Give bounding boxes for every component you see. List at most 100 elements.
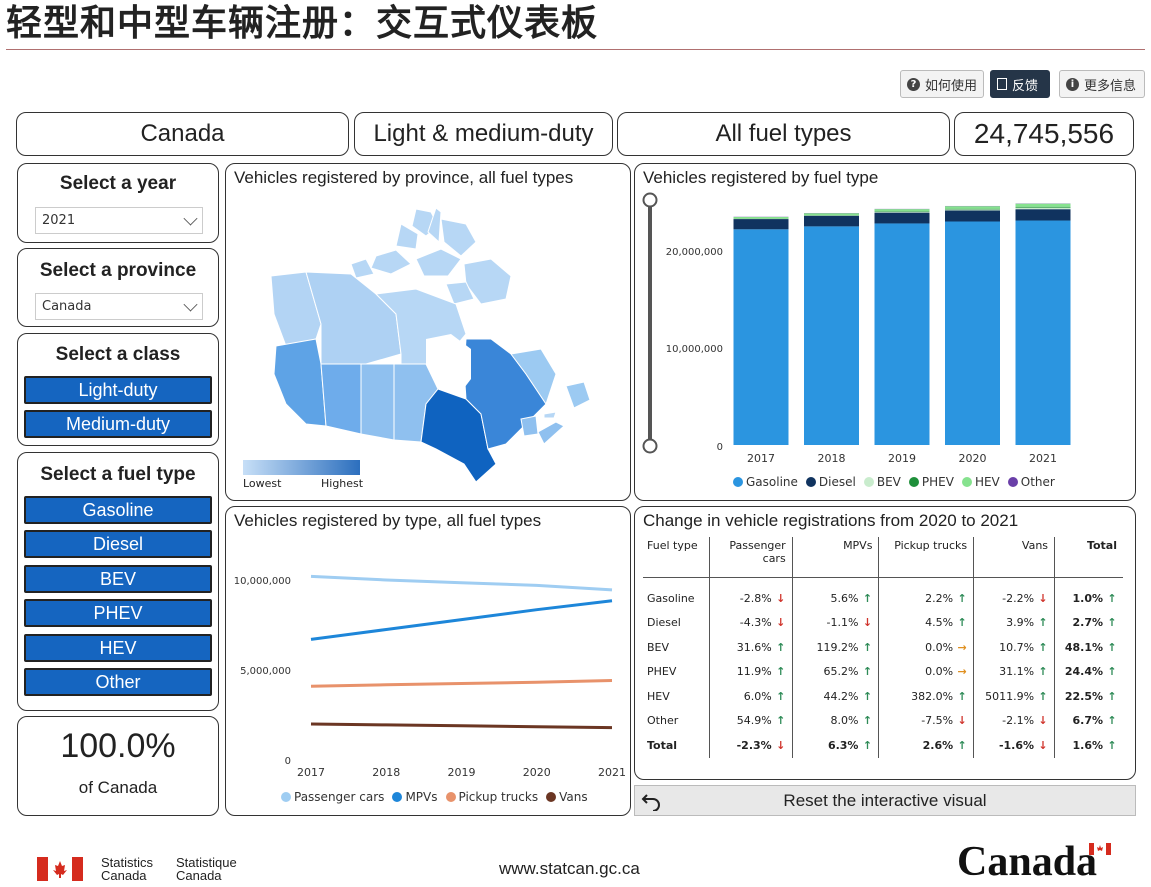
- feedback-button[interactable]: 反馈: [990, 70, 1050, 98]
- table-row: Diesel -4.3% ↓ -1.1% ↓ 4.5% ↑ 3.9% ↑ 2.7% ↑: [643, 610, 1123, 636]
- class-option-light-duty[interactable]: Light-duty: [24, 376, 212, 404]
- fuel-option-phev[interactable]: PHEV: [24, 599, 212, 627]
- year-dropdown-value: 2021: [42, 213, 76, 228]
- legend-item-other[interactable]: Other: [1007, 475, 1055, 489]
- legend-dot: [392, 792, 403, 802]
- change-cell: 1.6% ↑: [1055, 733, 1123, 758]
- fuel-option-gasoline[interactable]: Gasoline: [24, 496, 212, 524]
- change-cell: -1.1% ↓: [792, 610, 880, 635]
- change-cell: 2.7% ↑: [1055, 611, 1123, 636]
- fuel-y-tick: 0: [717, 442, 723, 453]
- arrow-down-icon: ↓: [957, 714, 967, 728]
- statcan-url[interactable]: www.statcan.gc.ca: [499, 859, 640, 879]
- type-y-tick: 10,000,000: [234, 576, 291, 587]
- arrow-up-icon: ↑: [1038, 665, 1048, 679]
- arrow-up-icon: ↑: [862, 640, 873, 654]
- class-option-medium-duty[interactable]: Medium-duty: [24, 410, 212, 438]
- arrow-down-icon: ↓: [776, 591, 786, 605]
- type-x-tick: 2021: [598, 766, 626, 779]
- bar-segment-gasoline-2019: [874, 223, 930, 445]
- arrow-up-icon: ↑: [776, 640, 786, 654]
- change-cell: 44.2% ↑: [792, 684, 880, 709]
- more-info-label: 更多信息: [1084, 78, 1137, 94]
- type-x-tick: 2018: [372, 766, 400, 779]
- column-header: Total: [1054, 537, 1123, 578]
- legend-dot: [961, 477, 972, 487]
- fuel-x-tick: 2020: [959, 452, 987, 465]
- change-cell: 6.3% ↑: [792, 733, 880, 758]
- type-chart-panel: Vehicles registered by type, all fuel ty…: [225, 506, 631, 816]
- legend-item-mpvs[interactable]: MPVs: [392, 790, 438, 804]
- table-row: PHEV 11.9% ↑ 65.2% ↑ 0.0% → 31.1% ↑ 24.4% ↑: [643, 659, 1123, 684]
- change-cell: 0.0% →: [878, 659, 975, 684]
- fuel-type-filter-title: Select a fuel type: [40, 464, 196, 485]
- arrow-up-icon: ↑: [776, 714, 786, 728]
- arrow-up-icon: ↑: [862, 591, 873, 605]
- how-to-use-button[interactable]: ? 如何使用: [900, 70, 984, 98]
- year-filter-title: Select a year: [59, 173, 177, 194]
- change-cell: 4.5% ↑: [878, 610, 975, 635]
- legend-item-phev[interactable]: PHEV: [908, 475, 954, 489]
- document-icon: [997, 78, 1007, 90]
- year-dropdown[interactable]: 2021: [35, 207, 203, 234]
- province-new-brunswick: [520, 415, 539, 437]
- legend-item-bev[interactable]: BEV: [863, 475, 901, 489]
- arrow-up-icon: ↑: [957, 616, 967, 630]
- arrow-up-icon: ↑: [776, 689, 786, 703]
- change-cell: 8.0% ↑: [792, 708, 880, 733]
- legend-item-vans[interactable]: Vans: [546, 790, 588, 804]
- change-panel: Change in vehicle registrations from 202…: [634, 506, 1136, 780]
- change-cell: 5011.9% ↑: [973, 684, 1056, 709]
- fuel-option-diesel[interactable]: Diesel: [24, 530, 212, 558]
- class-filter-title: Select a class: [55, 344, 181, 365]
- fuel-option-hev[interactable]: HEV: [24, 634, 212, 662]
- change-cell: 31.1% ↑: [973, 659, 1056, 684]
- province-british-columbia: [273, 338, 327, 427]
- change-cell: 382.0% ↑: [878, 684, 975, 709]
- province-nova-scotia: [537, 421, 565, 445]
- legend-dot: [1007, 477, 1018, 487]
- line-passenger-cars: [310, 574, 613, 592]
- canada-map[interactable]: [226, 164, 632, 502]
- fuel-x-tick: 2018: [818, 452, 846, 465]
- feedback-label: 反馈: [1012, 78, 1039, 94]
- type-x-tick: 2019: [448, 766, 476, 779]
- arrow-up-icon: ↑: [862, 738, 873, 752]
- change-cell: -2.1% ↓: [973, 708, 1056, 733]
- row-label: HEV: [643, 684, 710, 709]
- legend-item-passenger-cars[interactable]: Passenger cars: [281, 790, 384, 804]
- change-cell: 0.0% →: [878, 635, 975, 660]
- table-row: HEV 6.0% ↑ 44.2% ↑ 382.0% ↑ 5011.9% ↑ 22.5% ↑: [643, 684, 1123, 709]
- fuel-y-tick: 10,000,000: [666, 344, 723, 355]
- reset-button[interactable]: Reset the interactive visual: [634, 785, 1136, 816]
- arrow-flat-icon: →: [957, 665, 967, 679]
- legend-item-diesel[interactable]: Diesel: [805, 475, 856, 489]
- legend-item-hev[interactable]: HEV: [961, 475, 1000, 489]
- arrow-up-icon: ↑: [1038, 640, 1048, 654]
- year-range-slider-top-handle: [642, 192, 658, 208]
- change-cell: 48.1% ↑: [1055, 635, 1123, 660]
- legend-item-gasoline[interactable]: Gasoline: [733, 475, 798, 489]
- fuel-option-bev[interactable]: BEV: [24, 565, 212, 593]
- fuel-option-other[interactable]: Other: [24, 668, 212, 696]
- legend-dot: [733, 477, 743, 487]
- more-info-button[interactable]: i 更多信息: [1059, 70, 1145, 98]
- fuel-x-tick: 2017: [747, 452, 775, 465]
- column-header: MPVs: [792, 537, 880, 578]
- province-dropdown[interactable]: Canada: [35, 293, 203, 320]
- row-label: Other: [643, 708, 710, 733]
- class-filter: Select a class Light-duty Medium-duty: [17, 333, 219, 446]
- arrow-up-icon: ↑: [1107, 616, 1117, 630]
- page-title: 轻型和中型车辆注册：交互式仪表板: [6, 3, 599, 44]
- map-legend-high: Highest: [321, 477, 364, 490]
- legend-dot: [908, 477, 919, 487]
- arrow-up-icon: ↑: [957, 689, 967, 703]
- bar-segment-diesel-2017: [733, 219, 789, 230]
- arrow-up-icon: ↑: [862, 665, 873, 679]
- legend-item-pickup-trucks[interactable]: Pickup trucks: [445, 790, 538, 804]
- bar-segment-bev-2019: [874, 211, 930, 213]
- bar-segment-bev-2020: [945, 209, 1000, 211]
- summary-region: Canada: [16, 112, 349, 156]
- bar-segment-hev-2017: [733, 217, 789, 219]
- change-cell: 54.9% ↑: [709, 708, 793, 733]
